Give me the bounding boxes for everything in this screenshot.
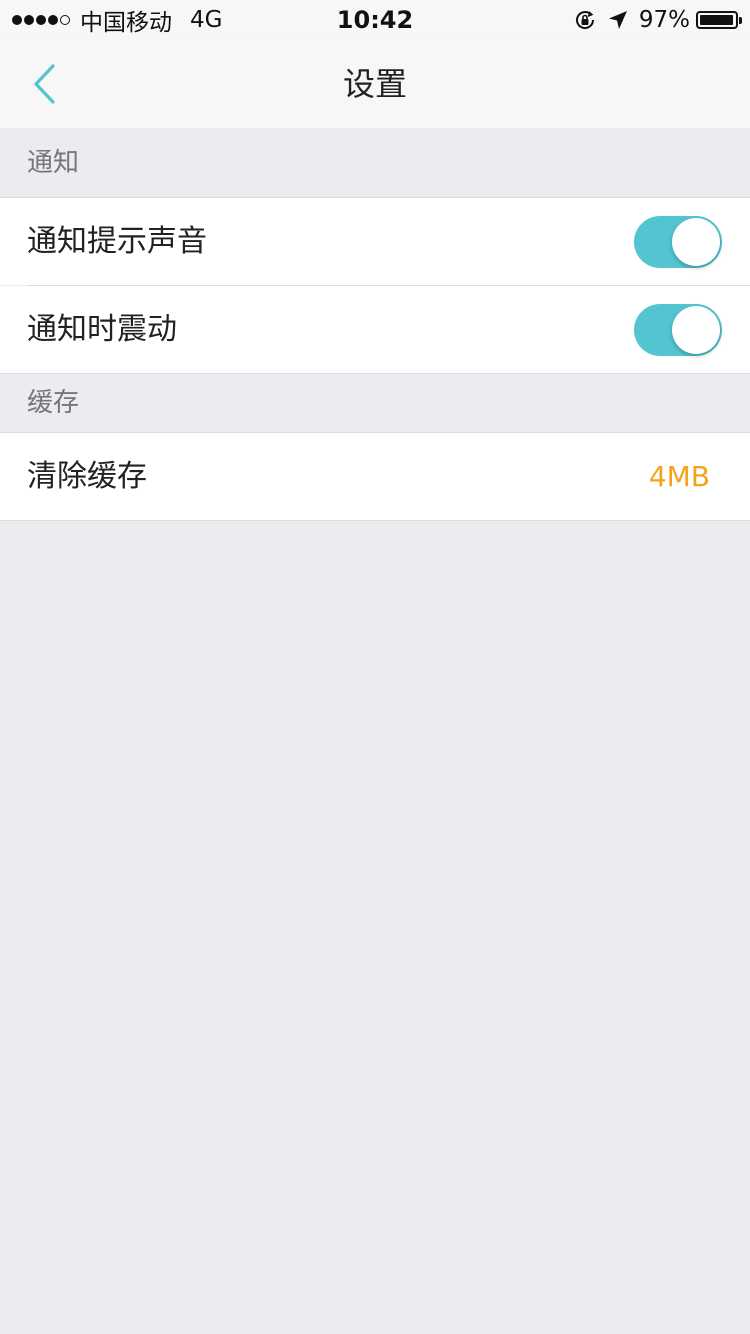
battery-tip (739, 17, 742, 24)
row-label: 通知时震动 (27, 312, 177, 347)
battery-icon (696, 11, 742, 29)
row-label: 通知提示声音 (27, 224, 207, 259)
settings-row-notification-sound: 通知提示声音 (0, 198, 750, 285)
divider (0, 520, 750, 521)
settings-row-vibrate: 通知时震动 (0, 286, 750, 373)
cache-size-value: 4MB (648, 460, 710, 493)
settings-row-clear-cache[interactable]: 清除缓存 4MB (0, 433, 750, 520)
status-bar: 中国移动 4G 10:42 97% (0, 0, 750, 40)
row-label: 清除缓存 (27, 459, 147, 494)
status-right: 97% (573, 0, 742, 40)
section-header-notifications: 通知 (0, 128, 750, 198)
battery-fill (700, 15, 733, 25)
toggle-knob (672, 218, 720, 266)
page-title: 设置 (342, 65, 407, 103)
section-header-label: 缓存 (27, 388, 80, 418)
section-header-cache: 缓存 (0, 374, 750, 432)
notification-sound-toggle[interactable] (634, 216, 722, 268)
section-header-label: 通知 (27, 148, 80, 178)
battery-percent: 97% (638, 7, 690, 33)
toggle-knob (672, 306, 720, 354)
orientation-lock-icon (573, 8, 597, 32)
location-arrow-icon (607, 9, 629, 31)
nav-bar: 设置 (0, 40, 750, 129)
vibrate-toggle[interactable] (634, 304, 722, 356)
